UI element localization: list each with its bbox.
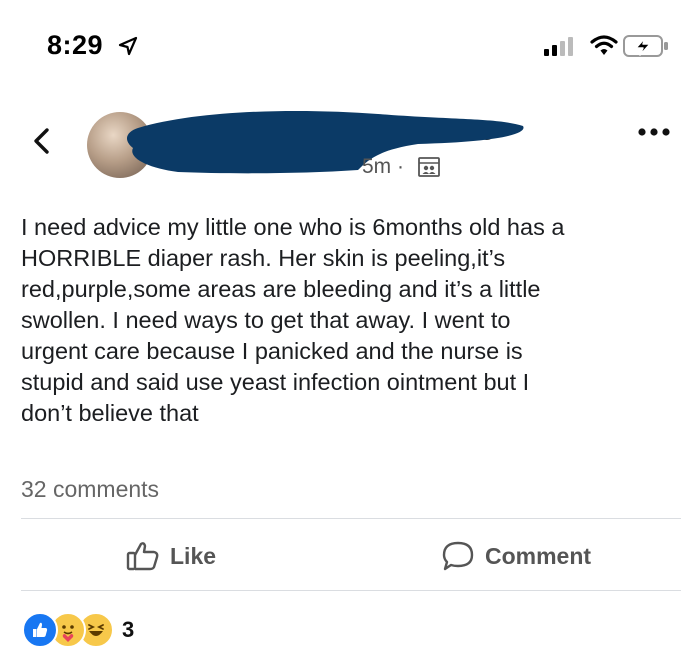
back-chevron-icon[interactable] (30, 126, 54, 156)
like-label: Like (170, 542, 217, 569)
comment-button[interactable]: Comment (441, 538, 591, 574)
location-arrow-icon (118, 36, 138, 56)
signal-bars-icon (544, 37, 573, 56)
divider-top (21, 518, 681, 519)
post-text: I need advice my little one who is 6mont… (21, 214, 565, 426)
like-reaction-icon (22, 612, 58, 648)
thumbs-up-icon (126, 542, 159, 571)
comment-bubble-icon (442, 541, 474, 571)
comment-label: Comment (485, 542, 592, 569)
reactions-count: 3 (122, 617, 135, 642)
reactions-summary[interactable]: 3 (22, 612, 134, 648)
battery-charging-icon (623, 35, 668, 57)
comments-count-link[interactable]: 32 comments (21, 476, 159, 503)
group-privacy-icon (418, 157, 440, 177)
post-time: 5m · (362, 155, 405, 178)
redaction-scribble (126, 110, 524, 174)
divider-bottom (21, 590, 681, 591)
like-button[interactable]: Like (126, 538, 216, 574)
more-options-icon[interactable] (634, 122, 674, 142)
wifi-icon (590, 35, 618, 55)
status-time: 8:29 (47, 30, 104, 60)
